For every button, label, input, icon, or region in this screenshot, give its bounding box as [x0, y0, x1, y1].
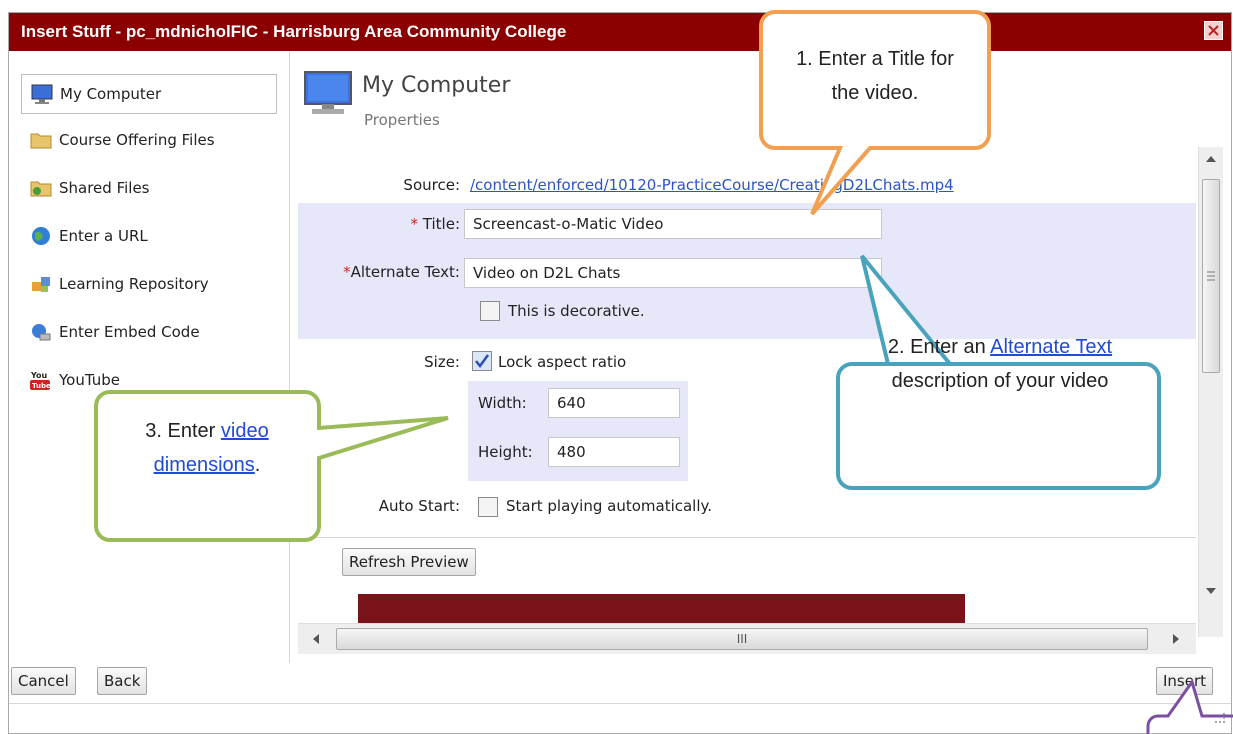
callout-dimensions-text: 3. Enter video dimensions. [145, 420, 269, 476]
callout-title-text: 1. Enter a Title for the video. [796, 48, 954, 104]
alternate-text-link[interactable]: Alternate Text [990, 336, 1112, 358]
callout-alt-text: 2. Enter an Alternate Text description o… [887, 336, 1113, 392]
callout-insert-bubble [1146, 678, 1233, 734]
